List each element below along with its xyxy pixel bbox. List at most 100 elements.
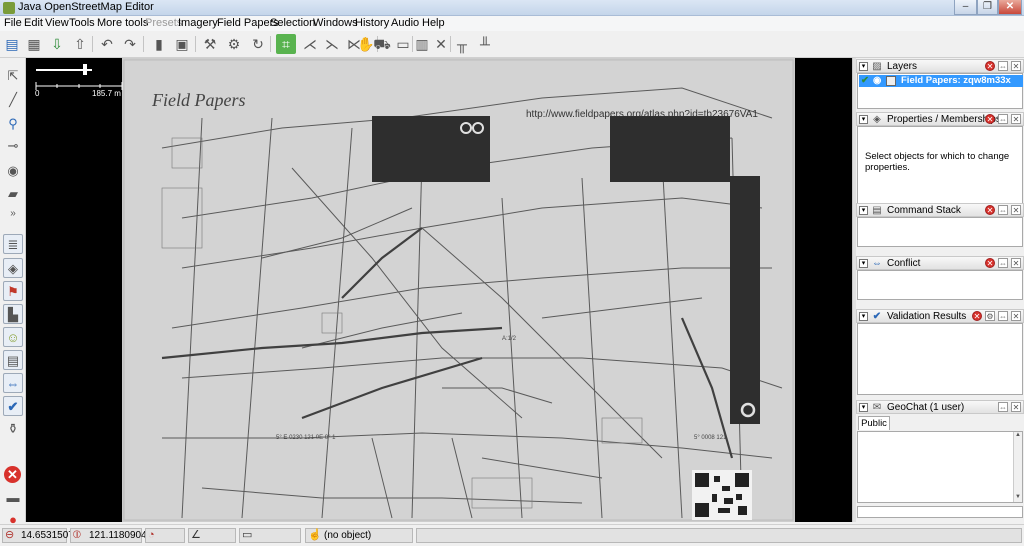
dialog-help-icon[interactable]: ✕ [972,311,982,321]
car-icon[interactable]: ⛟ [372,34,392,54]
collapse-toggle-icon[interactable]: ▾ [859,312,868,321]
preferences-icon[interactable]: ⚒ [200,34,220,54]
menu-tools[interactable]: Tools [69,17,95,29]
notes-icon[interactable]: ✕ [4,466,21,483]
more-tools-icon[interactable]: » [3,204,23,224]
menu-selection[interactable]: Selection [270,17,315,29]
dialog-help-icon[interactable]: ✕ [985,205,995,215]
barrier-icon[interactable]: ╨ [475,34,495,54]
menu-more-tools[interactable]: More tools [97,17,148,29]
undo-icon[interactable]: ↶ [97,34,117,54]
menu-windows[interactable]: Windows [313,17,358,29]
zoom-slider-knob[interactable] [83,64,87,75]
layer-row-field-papers[interactable]: ✔ ◉ Field Papers: zqw8m33x [859,75,1023,87]
validation-dialog-header[interactable]: ▾ ✔ Validation Results ✕ ⚙ ⇔ ✕ [856,309,1024,323]
filter-icon[interactable]: ⚙ [224,34,244,54]
combine-icon[interactable]: ⋋ [322,34,342,54]
select-area-icon[interactable]: ⌗ [276,34,296,54]
delete-icon[interactable]: ▥ [412,34,432,54]
toolbar-separator [270,36,271,52]
dialog-detach-icon[interactable]: ⇔ [998,311,1008,321]
save-icon[interactable]: ▦ [24,34,44,54]
minimize-button[interactable]: – [954,0,977,15]
layer-visibility-icon[interactable]: ◉ [873,75,881,87]
geochat-dialog-header[interactable]: ▾ ✉ GeoChat (1 user) ⇔ ✕ [856,400,1024,414]
dialog-close-icon[interactable]: ✕ [1011,61,1021,71]
chat-icon: ✉ [872,402,882,413]
command-stack-toggle-icon[interactable]: ▤ [3,350,23,370]
dialog-close-icon[interactable]: ✕ [1011,114,1021,124]
conflict-dialog-header[interactable]: ▾ ⇔ Conflict ✕ ⇔ ✕ [856,256,1024,270]
dialog-close-icon[interactable]: ✕ [1011,311,1021,321]
upload-icon[interactable]: ⇧ [70,34,90,54]
menu-help[interactable]: Help [422,17,445,29]
field-papers-scan: Field Papers http://www.fieldpapers.org/… [122,58,795,522]
scanned-map-drawing: Field Papers http://www.fieldpapers.org/… [122,58,795,522]
copy-icon[interactable]: ▮ [149,34,169,54]
gpx-icon[interactable]: ◉ [3,161,23,181]
dialog-detach-icon[interactable]: ⇔ [998,258,1008,268]
menu-imagery[interactable]: Imagery [178,17,218,29]
menu-audio[interactable]: Audio [391,17,419,29]
conflict-toggle-icon[interactable]: ⇔ [3,373,23,393]
layer-active-icon[interactable]: ✔ [861,75,869,87]
title-bar: Java OpenStreetMap Editor – ❐ ✕ [0,0,1024,16]
collapse-toggle-icon[interactable]: ▾ [859,115,868,124]
open-icon[interactable]: ▤ [2,34,22,54]
dialog-detach-icon[interactable]: ⇔ [998,402,1008,412]
download-icon[interactable]: ⇩ [47,34,67,54]
dialog-close-icon[interactable]: ✕ [1011,402,1021,412]
user-list-icon[interactable]: ☺ [3,327,23,347]
draw-mode-icon[interactable]: ╱ [3,90,23,110]
dialog-close-icon[interactable]: ✕ [1011,258,1021,268]
redo-icon[interactable]: ↷ [120,34,140,54]
split-way-icon[interactable]: ⋌ [300,34,320,54]
dialog-help-icon[interactable]: ✕ [985,258,995,268]
tags-toggle-icon[interactable]: ◈ [3,258,23,278]
menu-presets[interactable]: Presets [145,17,182,29]
scroll-down-icon[interactable]: ▼ [1015,494,1021,500]
menu-view[interactable]: View [45,17,69,29]
dialog-detach-icon[interactable]: ⇔ [998,114,1008,124]
geochat-input[interactable] [857,506,1023,518]
scroll-up-icon[interactable]: ▲ [1015,432,1021,438]
building-icon[interactable]: ▰ [3,184,23,204]
layers-dialog-header[interactable]: ▾ ▨ Layers ✕ ⇔ ✕ [856,59,1024,73]
relation-toggle-icon[interactable]: ⚑ [3,281,23,301]
properties-icon[interactable]: ▣ [172,34,192,54]
collapse-toggle-icon[interactable]: ▾ [859,206,868,215]
pointer-icon: ☝ [308,529,322,541]
geochat-scrollbar[interactable]: ▲ ▼ [1013,432,1022,502]
validation-toggle-icon[interactable]: ✔ [3,396,23,416]
map-view[interactable]: Field Papers http://www.fieldpapers.org/… [26,58,852,522]
properties-dialog-header[interactable]: ▾ ◈ Properties / Memberships ✕ ⇔ ✕ [856,112,1024,126]
collapse-toggle-icon[interactable]: ▾ [859,403,868,412]
layers-toggle-icon[interactable]: ≣ [3,234,23,254]
menu-edit[interactable]: Edit [24,17,43,29]
bus-icon[interactable]: ▭ [393,34,413,54]
dialog-help-icon[interactable]: ✕ [985,61,995,71]
collapse-toggle-icon[interactable]: ▾ [859,62,868,71]
maximize-button[interactable]: ❐ [977,0,998,15]
dialog-detach-icon[interactable]: ⇔ [998,205,1008,215]
menu-bar: File Edit View Tools More tools Presets … [0,16,1024,31]
collapse-toggle-icon[interactable]: ▾ [859,259,868,268]
menu-file[interactable]: File [4,17,22,29]
dialog-detach-icon[interactable]: ⇔ [998,61,1008,71]
geochat-tab-public[interactable]: Public [858,416,890,430]
cross-icon[interactable]: ✕ [431,34,451,54]
menu-history[interactable]: History [355,17,389,29]
poles-icon[interactable]: ╥ [452,34,472,54]
command-stack-dialog-header[interactable]: ▾ ▤ Command Stack ✕ ⇔ ✕ [856,203,1024,217]
dialog-close-icon[interactable]: ✕ [1011,205,1021,215]
dialog-preferences-icon[interactable]: ⚙ [985,311,995,321]
selection-list-icon[interactable]: ▙ [3,304,23,324]
parallel-mode-icon[interactable]: ⊸ [3,136,23,156]
select-mode-icon[interactable]: ⇱ [3,66,23,86]
measurement-icon[interactable]: ▬ [3,488,23,508]
close-button[interactable]: ✕ [998,0,1022,15]
zoom-mode-icon[interactable]: ⚲ [3,114,23,134]
filter-toggle-icon[interactable]: ⚱ [3,419,23,439]
dialog-help-icon[interactable]: ✕ [985,114,995,124]
refresh-icon[interactable]: ↻ [248,34,268,54]
